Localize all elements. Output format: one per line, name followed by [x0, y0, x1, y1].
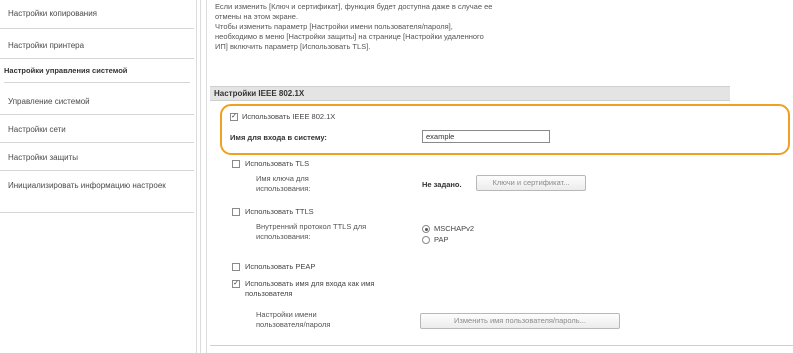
notice-line: необходимо в меню [Настройки защиты] на … — [215, 32, 484, 41]
key-name-value: Не задано. — [422, 180, 462, 189]
notice-line: ИП] включить параметр [Использовать TLS]… — [215, 42, 371, 51]
notice-line: отмены на этом экране. — [215, 12, 299, 21]
radio-pap[interactable] — [422, 236, 430, 244]
sidebar-item-label: Управление системой — [8, 97, 90, 106]
sidebar: Настройки копирования Настройки принтера… — [0, 0, 194, 353]
radio-mschapv2[interactable] — [422, 225, 430, 233]
radio-mschapv2-label: MSCHAPv2 — [434, 224, 475, 233]
divider — [210, 345, 793, 353]
sidebar-item-label: Настройки сети — [8, 125, 66, 134]
highlight-frame — [220, 104, 790, 155]
sidebar-item-label: Настройки защиты — [8, 153, 79, 162]
sidebar-item-label: Настройки копирования — [8, 9, 98, 18]
use-ttls-label: Использовать TTLS — [245, 207, 314, 216]
change-user-password-button[interactable]: Изменить имя пользователя/пароль... — [420, 313, 620, 329]
ttls-protocol-label: Внутренний протокол TTLS для использован… — [256, 222, 367, 241]
sidebar-group-title: Настройки управления системой — [4, 66, 128, 75]
sidebar-item-label: Инициализировать информацию настроек — [8, 181, 166, 190]
divider — [0, 58, 194, 59]
use-login-as-user-label: Использовать имя для входа как имя польз… — [245, 279, 375, 298]
use-ttls-checkbox[interactable] — [232, 208, 240, 216]
divider — [0, 170, 194, 171]
section-title: Настройки IEEE 802.1X — [210, 86, 730, 101]
notice-text: Если изменить [Ключ и сертификат], функц… — [215, 2, 715, 52]
notice-line: Если изменить [Ключ и сертификат], функц… — [215, 2, 493, 11]
divider — [4, 82, 190, 83]
user-settings-label: Настройки имени пользователя/пароля — [256, 310, 331, 329]
divider — [196, 0, 197, 353]
sidebar-item-system-management[interactable]: Управление системой — [0, 96, 194, 107]
main-content: Если изменить [Ключ и сертификат], функц… — [210, 0, 793, 353]
use-tls-checkbox[interactable] — [232, 160, 240, 168]
radio-pap-label: PAP — [434, 235, 449, 244]
divider — [200, 0, 201, 353]
use-peap-checkbox[interactable] — [232, 263, 240, 271]
sidebar-item-copy-settings[interactable]: Настройки копирования — [0, 8, 194, 19]
divider — [0, 142, 194, 143]
divider — [206, 0, 207, 353]
notice-line: Чтобы изменить параметр [Настройки имени… — [215, 22, 453, 31]
use-tls-label: Использовать TLS — [245, 159, 310, 168]
sidebar-item-label: Настройки принтера — [8, 41, 85, 50]
divider — [0, 114, 194, 115]
sidebar-item-initialize-settings[interactable]: Инициализировать информацию настроек — [0, 180, 180, 191]
divider — [0, 212, 194, 213]
use-peap-label: Использовать PEAP — [245, 262, 316, 271]
sidebar-item-network-settings[interactable]: Настройки сети — [0, 124, 194, 135]
key-name-label: Имя ключа для использования: — [256, 174, 311, 193]
divider — [0, 28, 194, 29]
sidebar-item-printer-settings[interactable]: Настройки принтера — [0, 40, 194, 51]
keys-certificates-button[interactable]: Ключи и сертификат... — [476, 175, 586, 191]
use-login-as-user-checkbox[interactable]: ✓ — [232, 280, 240, 288]
sidebar-item-security-settings[interactable]: Настройки защиты — [0, 152, 194, 163]
